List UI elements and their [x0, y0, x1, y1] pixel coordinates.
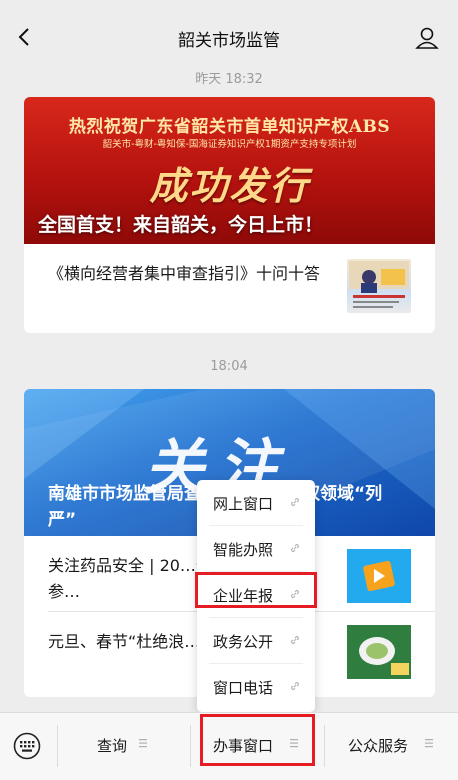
submenu-item-government-affairs[interactable]: 政务公开 [197, 618, 315, 664]
article-thumbnail [347, 625, 411, 679]
article-thumbnail [347, 259, 411, 313]
keyboard-icon[interactable] [12, 731, 42, 761]
menu-tab-public-service[interactable]: 公众服务 [324, 713, 458, 780]
link-icon [290, 497, 300, 507]
submenu-item-window-phone[interactable]: 窗口电话 [197, 664, 315, 710]
submenu-item-label: 智能办照 [213, 541, 274, 559]
message-timestamp: 昨天 18:32 [195, 72, 263, 87]
link-icon [290, 543, 300, 553]
link-icon [290, 681, 300, 691]
menu-lines-icon [425, 739, 433, 748]
user-profile-icon[interactable] [414, 25, 440, 51]
link-icon [290, 635, 300, 645]
article-thumbnail [347, 549, 411, 603]
article-title: 全国首支！来自韶关，今日上市！ [38, 214, 324, 236]
article-item-title: 《横向经营者集中审查指引》十问十答 [48, 264, 321, 283]
highlight-box-annual-report [195, 572, 317, 608]
message-timestamp: 18:04 [210, 359, 248, 374]
banner-subheadline: 韶关市-粤财-粤知保-国海证券知识产权1期资产支持专项计划 [102, 139, 357, 150]
banner-headline: 热烈祝贺广东省韶关市首单知识产权ABS [68, 117, 391, 137]
article-card: 热烈祝贺广东省韶关市首单知识产权ABS 韶关市-粤财-粤知保-国海证券知识产权1… [24, 97, 435, 333]
menu-tab-label: 公众服务 [348, 737, 409, 755]
top-nav-bar: 韶关市场监管 [0, 0, 458, 68]
submenu-item-smart-license[interactable]: 智能办照 [197, 526, 315, 572]
menu-tab-label: 查询 [97, 737, 128, 755]
submenu-item-label: 窗口电话 [213, 679, 274, 697]
menu-tab-query[interactable]: 查询 [57, 713, 190, 780]
submenu-item-online-window[interactable]: 网上窗口 [197, 480, 315, 526]
menu-lines-icon [139, 739, 147, 748]
banner-slogan: 成功发行 [149, 163, 310, 208]
highlight-box-service-window [200, 714, 315, 766]
submenu-item-label: 网上窗口 [213, 495, 274, 513]
page-title: 韶关市场监管 [178, 31, 280, 51]
article-banner[interactable]: 热烈祝贺广东省韶关市首单知识产权ABS 韶关市-粤财-粤知保-国海证券知识产权1… [24, 97, 435, 244]
submenu-item-label: 政务公开 [213, 633, 274, 651]
